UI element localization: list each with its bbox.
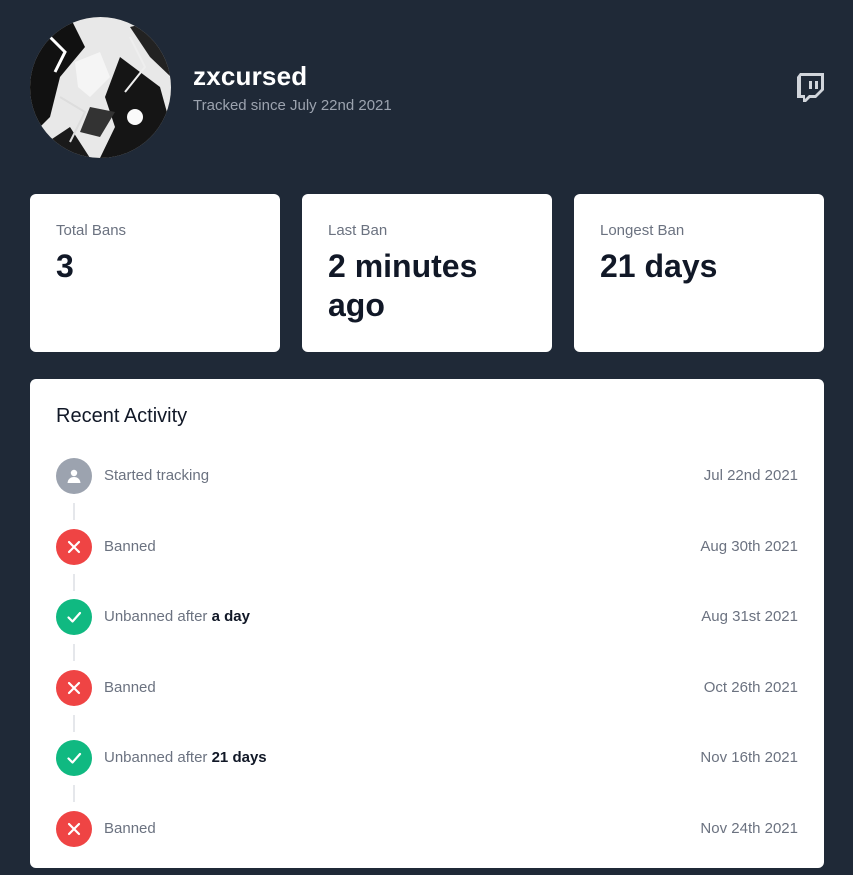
event-date: Nov 24th 2021 xyxy=(700,819,798,837)
event-date: Jul 22nd 2021 xyxy=(703,467,798,484)
stat-value: 2 minutes ago xyxy=(328,248,478,323)
activity-title: Recent Activity xyxy=(56,405,188,427)
event-date: Nov 16th 2021 xyxy=(700,749,798,767)
x-icon xyxy=(56,669,92,706)
avatar-image xyxy=(30,17,171,158)
activity-event: Unbanned after 21 days Nov 16th 2021 xyxy=(56,740,798,811)
profile-page: zxcursed Tracked since July 22nd 2021 To… xyxy=(0,0,853,875)
profile-header: zxcursed Tracked since July 22nd 2021 xyxy=(30,17,825,158)
activity-event: Unbanned after a day Aug 31st 2021 xyxy=(56,599,798,670)
user-icon xyxy=(56,458,92,494)
event-description: Unbanned after a day xyxy=(104,608,250,625)
x-icon xyxy=(56,528,92,565)
event-duration: 21 days xyxy=(211,749,267,767)
stat-label: Last Ban xyxy=(328,222,388,239)
event-description: Unbanned after 21 days xyxy=(104,749,267,766)
twitch-icon xyxy=(797,73,824,102)
recent-activity-panel: Recent Activity Started tracking Jul 22nd… xyxy=(30,379,824,868)
x-icon xyxy=(56,810,92,847)
event-text: Unbanned after xyxy=(104,749,208,767)
activity-event: Started tracking Jul 22nd 2021 xyxy=(56,458,798,529)
event-text: Banned xyxy=(104,678,156,696)
event-text: Started tracking xyxy=(104,467,210,484)
tracked-since: Tracked since July 22nd 2021 xyxy=(193,97,392,114)
activity-timeline: Started tracking Jul 22nd 2021 Banned Aug 3… xyxy=(56,458,798,875)
stat-label: Total Bans xyxy=(56,222,127,239)
check-icon xyxy=(56,599,92,636)
event-text: Banned xyxy=(104,537,156,555)
stat-value: 21 days xyxy=(600,248,718,284)
timeline-connector xyxy=(73,573,75,591)
event-date: Aug 30th 2021 xyxy=(700,537,798,555)
stat-card-longest-ban: Longest Ban 21 days xyxy=(574,194,824,352)
event-text: Banned xyxy=(104,819,156,837)
activity-event: Banned Aug 30th 2021 xyxy=(56,528,798,600)
event-date: Oct 26th 2021 xyxy=(703,678,798,696)
stat-value: 3 xyxy=(56,248,74,284)
timeline-connector xyxy=(73,644,75,662)
timeline-connector xyxy=(73,503,75,520)
event-description: Banned xyxy=(104,538,156,555)
user-name: zxcursed xyxy=(193,61,308,91)
event-text: Unbanned after xyxy=(104,608,208,626)
activity-event: Banned Nov 24th 2021 xyxy=(56,810,798,875)
event-description: Banned xyxy=(104,820,156,837)
timeline-connector xyxy=(73,785,75,803)
check-icon xyxy=(56,740,92,777)
activity-event: Banned Oct 26th 2021 xyxy=(56,669,798,741)
stat-card-last-ban: Last Ban 2 minutes ago xyxy=(302,194,552,352)
event-duration: a day xyxy=(211,608,250,626)
avatar xyxy=(30,17,171,158)
event-date: Aug 31st 2021 xyxy=(701,608,798,626)
stat-label: Longest Ban xyxy=(600,222,685,239)
timeline-connector xyxy=(73,714,75,732)
event-description: Started tracking xyxy=(104,467,209,484)
twitch-link[interactable] xyxy=(797,73,825,103)
stats-row: Total Bans 3 Last Ban 2 minutes ago Long… xyxy=(30,194,824,352)
event-description: Banned xyxy=(104,679,156,696)
stat-card-total-bans: Total Bans 3 xyxy=(30,194,280,352)
